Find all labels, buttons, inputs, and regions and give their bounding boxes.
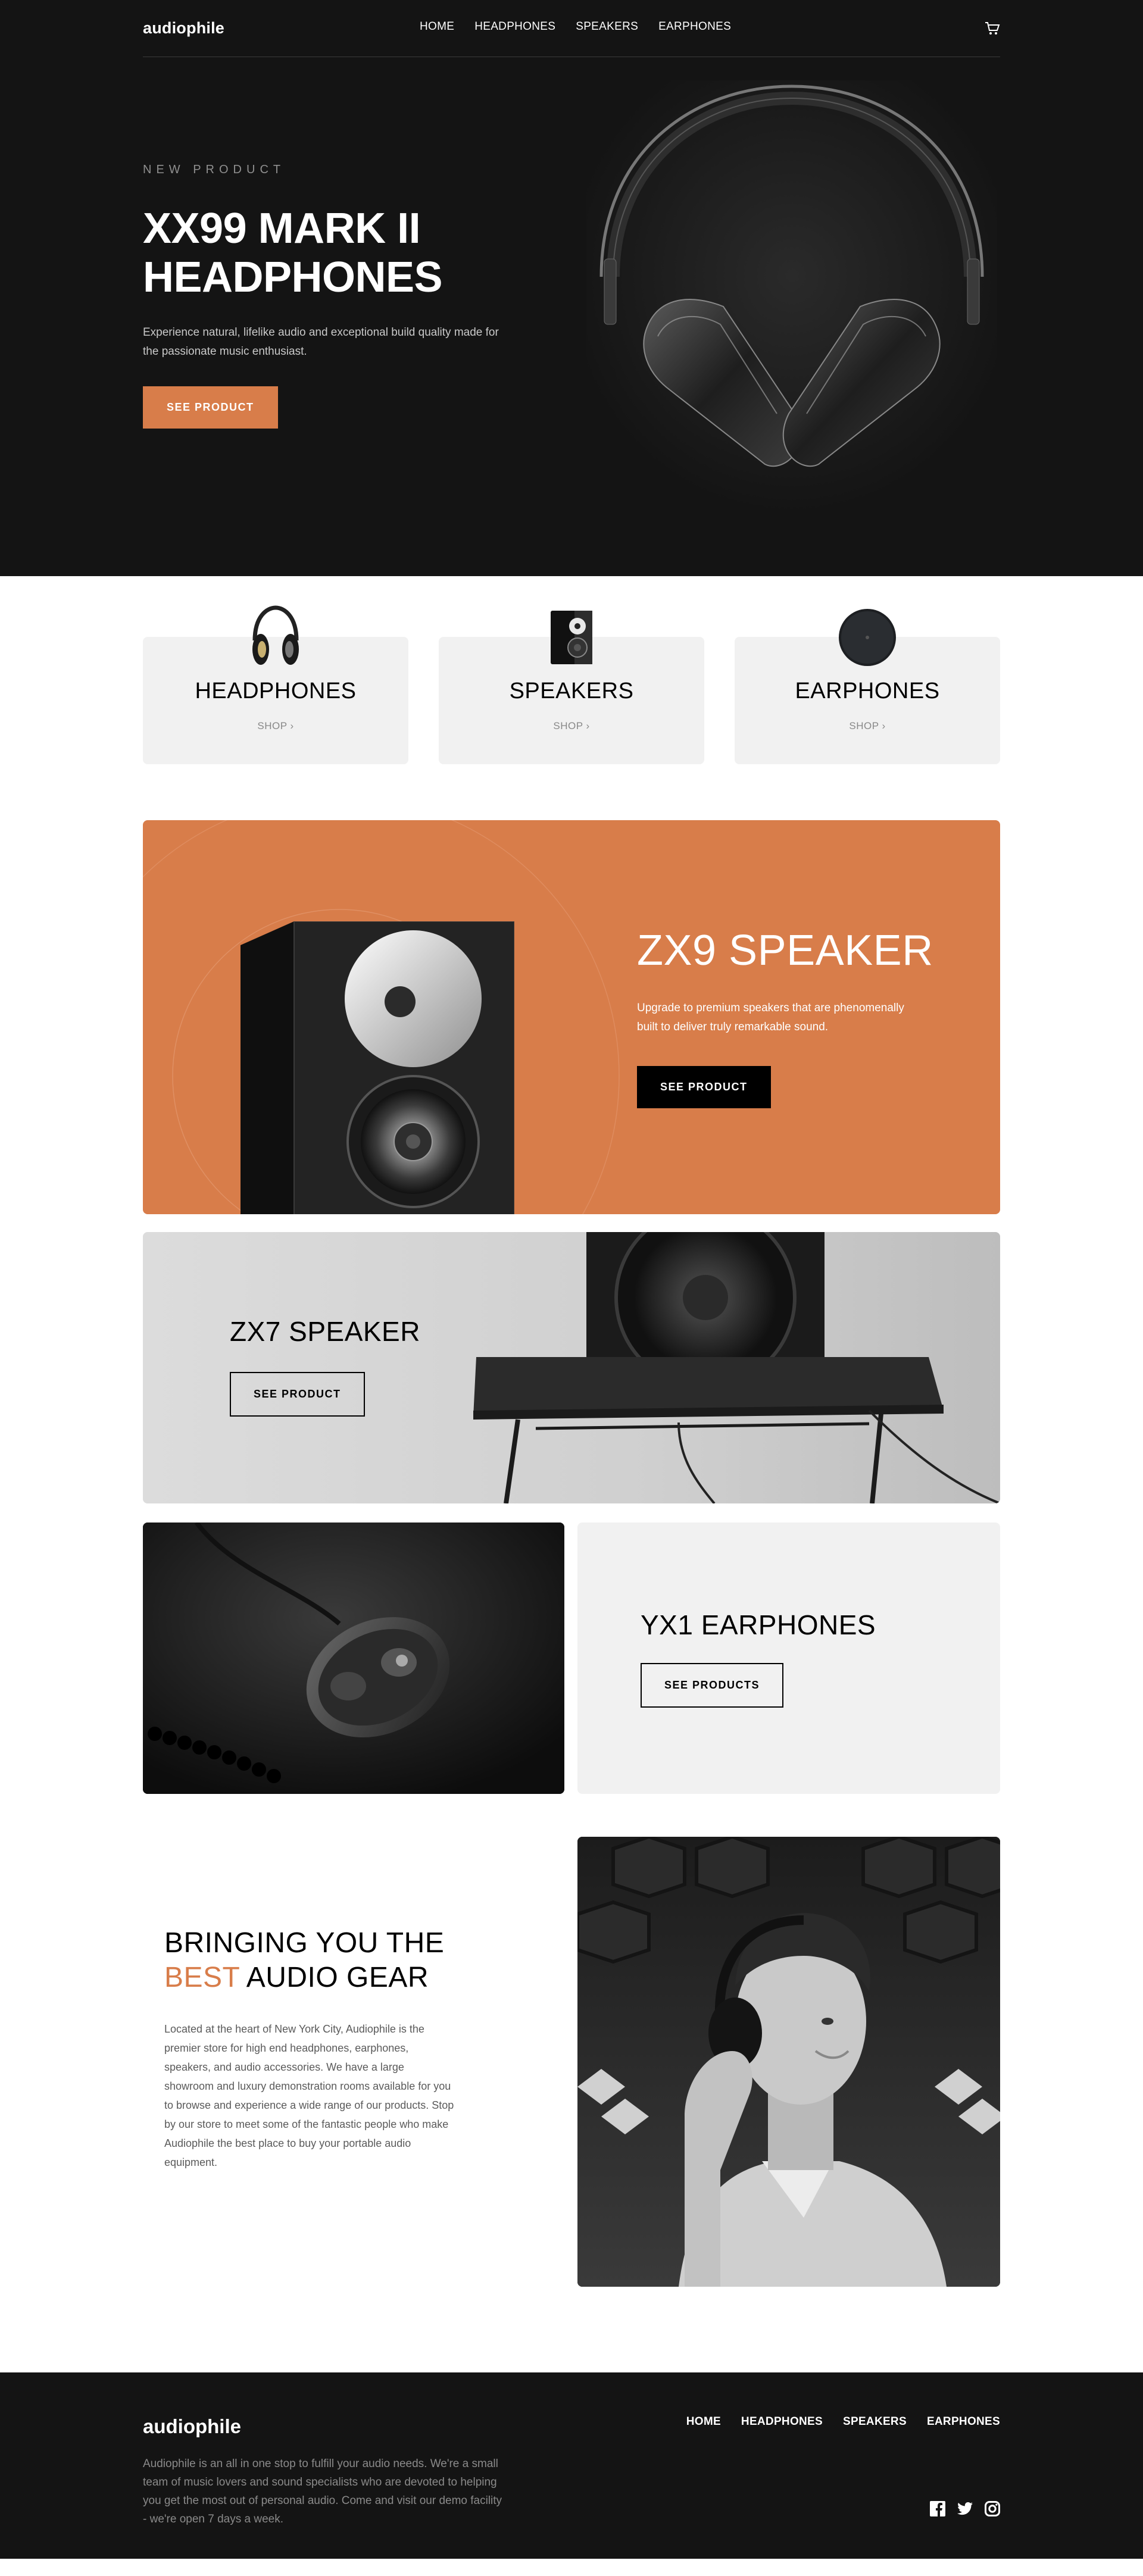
zx7-title: ZX7 SPEAKER — [230, 1316, 420, 1347]
zx7-see-product-button[interactable]: SEE PRODUCT — [230, 1372, 365, 1417]
zx9-description: Upgrade to premium speakers that are phe… — [637, 1002, 904, 1033]
category-shop-link[interactable]: SHOP › — [439, 720, 704, 732]
logo[interactable]: audiophile — [143, 19, 224, 37]
zx9-title: ZX9 SPEAKER — [637, 927, 933, 974]
zx9-promo: ZX9 SPEAKER Upgrade to premium speakers … — [143, 820, 1000, 1214]
yx1-promo: YX1 EARPHONES SEE PRODUCTS — [577, 1523, 1000, 1794]
social-links — [930, 2501, 1000, 2519]
yx1-see-products-button[interactable]: SEE PRODUCTS — [641, 1663, 784, 1708]
zx7-promo: ZX7 SPEAKER SEE PRODUCT — [143, 1232, 1000, 1503]
footer-nav: HOME HEADPHONES SPEAKERS EARPHONES — [686, 2415, 1000, 2428]
yx1-earphones-image — [143, 1523, 564, 1794]
category-name: HEADPHONES — [195, 679, 357, 704]
nav-earphones[interactable]: EARPHONES — [658, 20, 731, 33]
category-shop-link[interactable]: SHOP › — [735, 720, 1000, 732]
footer-nav-home[interactable]: HOME — [686, 2415, 721, 2428]
yx1-title: YX1 EARPHONES — [641, 1609, 876, 1640]
categories-section: HEADPHONES SHOP › SPEAKERS SHOP › EARPHO… — [0, 576, 1143, 820]
hero-title-line1: XX99 MARK II — [143, 205, 421, 252]
category-card-headphones[interactable]: HEADPHONES SHOP › — [143, 605, 408, 764]
nav-headphones[interactable]: HEADPHONES — [474, 20, 555, 33]
nav-home[interactable]: HOME — [420, 20, 454, 33]
about-title-part2: AUDIO GEAR — [246, 1962, 429, 1993]
hero-headphones-image — [586, 80, 997, 515]
zx9-speaker-image — [241, 921, 514, 1214]
nav-speakers[interactable]: SPEAKERS — [576, 20, 638, 33]
category-card-speakers[interactable]: SPEAKERS SHOP › — [439, 611, 704, 764]
about-title: BRINGING YOU THE BEST AUDIO GEAR — [164, 1926, 474, 1995]
category-card-earphones[interactable]: EARPHONES SHOP › — [735, 609, 1000, 764]
footer-nav-speakers[interactable]: SPEAKERS — [843, 2415, 907, 2428]
earphones-thumbnail — [835, 605, 900, 670]
zx9-see-product-button[interactable]: SEE PRODUCT — [637, 1066, 771, 1108]
hero-description: Experience natural, lifelike audio and e… — [143, 326, 499, 358]
category-name: SPEAKERS — [509, 679, 634, 704]
facebook-icon[interactable] — [930, 2501, 945, 2519]
cart-icon[interactable] — [985, 21, 1000, 36]
about-title-accent: BEST — [164, 1962, 240, 1993]
hero-title: XX99 MARK II HEADPHONES — [143, 204, 524, 302]
headphones-thumbnail — [249, 605, 302, 673]
hero-content: NEW PRODUCT XX99 MARK II HEADPHONES Expe… — [143, 163, 524, 429]
top-nav: audiophile HOME HEADPHONES SPEAKERS EARP… — [143, 0, 1000, 57]
hero-see-product-button[interactable]: SEE PRODUCT — [143, 386, 278, 429]
footer: audiophile HOME HEADPHONES SPEAKERS EARP… — [0, 2372, 1143, 2559]
zx7-speaker-image — [143, 1232, 1000, 1503]
footer-logo[interactable]: audiophile — [143, 2415, 241, 2438]
speaker-thumbnail — [548, 605, 595, 670]
about-content: BRINGING YOU THE BEST AUDIO GEAR Located… — [143, 1837, 560, 2287]
footer-nav-earphones[interactable]: EARPHONES — [927, 2415, 1000, 2428]
category-name: EARPHONES — [795, 679, 940, 704]
about-section: BRINGING YOU THE BEST AUDIO GEAR Located… — [0, 1837, 1143, 2372]
category-shop-link[interactable]: SHOP › — [143, 720, 408, 732]
hero-overline: NEW PRODUCT — [143, 163, 286, 176]
about-title-part1: BRINGING YOU THE — [164, 1927, 445, 1959]
products-section: ZX9 SPEAKER Upgrade to premium speakers … — [0, 820, 1143, 1837]
twitter-icon[interactable] — [957, 2502, 973, 2518]
footer-description: Audiophile is an all in one stop to fulf… — [143, 2458, 502, 2525]
about-description: Located at the heart of New York City, A… — [164, 2023, 454, 2168]
about-person-image — [577, 1837, 1000, 2287]
hero-section: audiophile HOME HEADPHONES SPEAKERS EARP… — [0, 0, 1143, 576]
nav-links: HOME HEADPHONES SPEAKERS EARPHONES — [420, 20, 731, 33]
footer-nav-headphones[interactable]: HEADPHONES — [741, 2415, 823, 2428]
hero-title-line2: HEADPHONES — [143, 254, 443, 301]
instagram-icon[interactable] — [985, 2501, 1000, 2519]
